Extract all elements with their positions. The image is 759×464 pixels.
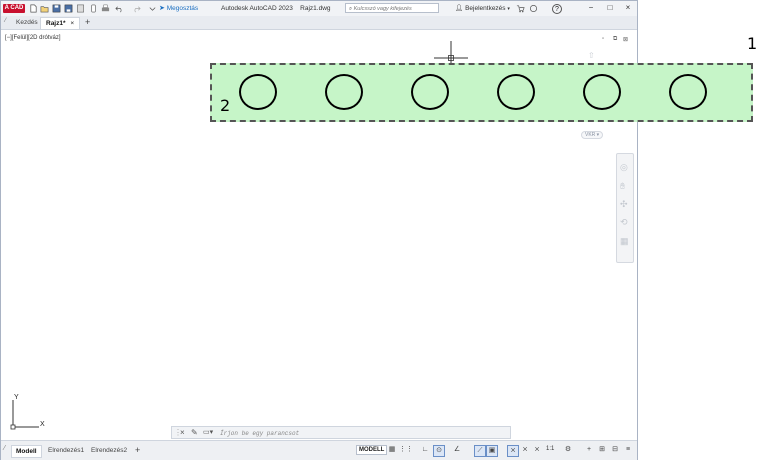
tab-drawing-label: Rajz1*: [46, 20, 66, 27]
undo-icon[interactable]: [115, 4, 124, 13]
annotation-visibility-icon[interactable]: ⨯: [507, 445, 519, 457]
transparency-icon[interactable]: ▣: [486, 445, 498, 457]
annotation-scale-icon[interactable]: ⨯: [532, 445, 542, 455]
file-name: Rajz1.dwg: [300, 5, 331, 12]
viewport-restore-icon[interactable]: ⧉: [613, 36, 617, 43]
infer-constraints-icon[interactable]: ∟: [420, 445, 430, 455]
a360-icon[interactable]: [529, 4, 538, 13]
save-as-icon[interactable]: [64, 4, 73, 13]
search-placeholder: Kulcsszó vagy kifejezés: [353, 6, 412, 12]
osnap-tracking-icon[interactable]: ∠: [452, 445, 462, 455]
user-icon: 👤︎: [455, 5, 464, 12]
customize-icon[interactable]: ✎: [191, 428, 198, 437]
scale-selector[interactable]: 1:1: [546, 446, 554, 452]
app-name: Autodesk AutoCAD 2023: [221, 5, 293, 12]
customize-toolbar-icon[interactable]: [148, 4, 157, 13]
redo-icon[interactable]: [132, 4, 141, 13]
app-title: Autodesk AutoCAD 2023 Rajz1.dwg: [221, 5, 331, 12]
circle-5[interactable]: [583, 74, 621, 110]
plus-icon[interactable]: +: [584, 445, 594, 455]
steering-wheel-icon[interactable]: ◎: [620, 162, 628, 173]
maximize-button[interactable]: □: [604, 3, 616, 13]
share-label: Megosztás: [166, 5, 199, 12]
viewcube-icon[interactable]: ⇧: [588, 51, 595, 60]
circle-2[interactable]: [325, 74, 363, 110]
save-icon[interactable]: [52, 4, 61, 13]
share-button[interactable]: ➤ Megosztás: [159, 4, 198, 12]
grid-icon[interactable]: ▦: [387, 445, 397, 455]
customization-menu-icon[interactable]: ≡: [623, 445, 633, 455]
tab-drawing[interactable]: Rajz1* ×: [40, 17, 81, 29]
callout-label-1: 1: [747, 34, 758, 53]
search-icon: ⌕: [349, 6, 353, 12]
cloud-save-icon[interactable]: [76, 4, 85, 13]
status-bar: ⁄ Modell Elrendezés1 Elrendezés2 + MODEL…: [1, 440, 637, 460]
close-button[interactable]: ×: [622, 3, 634, 13]
polar-tracking-icon[interactable]: ⊙: [433, 445, 445, 457]
tab-scroll-icon[interactable]: ⁄: [4, 445, 5, 452]
login-button[interactable]: 👤︎ Bejelentkezés ▾: [455, 4, 510, 12]
lineweight-icon[interactable]: ⟋: [474, 445, 486, 457]
isolate-objects-icon[interactable]: ⊞: [597, 445, 607, 455]
recent-commands-icon[interactable]: ▭▾: [203, 428, 213, 436]
login-label: Bejelentkezés: [465, 5, 506, 12]
command-input[interactable]: Írjon be egy parancsot: [220, 430, 299, 437]
circle-4[interactable]: [497, 74, 535, 110]
tab-layout1[interactable]: Elrendezés1: [44, 445, 88, 456]
circle-1[interactable]: [239, 74, 277, 110]
viewport-controls[interactable]: [−][Felül][2D drótváz]: [5, 35, 61, 41]
tab-layout2[interactable]: Elrendezés2: [87, 445, 131, 456]
snap-icon[interactable]: ⋮⋮: [399, 445, 413, 455]
document-tab-bar: ⁄ Kezdés Rajz1* × +: [1, 16, 637, 30]
zoom-extents-icon[interactable]: ✣: [620, 199, 628, 210]
cart-icon[interactable]: [516, 4, 525, 13]
new-tab-button[interactable]: +: [80, 17, 95, 28]
minimize-button[interactable]: −: [585, 3, 597, 13]
autoscale-icon[interactable]: ⨯: [520, 445, 530, 455]
tab-close-icon[interactable]: ×: [70, 20, 74, 27]
new-file-icon[interactable]: [29, 4, 38, 13]
app-menu-icon[interactable]: ⁄: [5, 18, 6, 24]
orbit-icon[interactable]: ⟲: [620, 217, 628, 228]
model-space-button[interactable]: MODELL: [356, 445, 388, 455]
gear-icon[interactable]: ⚙: [563, 445, 573, 455]
ucs-x-label: X: [40, 421, 45, 428]
tab-model[interactable]: Modell: [11, 445, 42, 458]
autocad-logo[interactable]: A CAD: [3, 4, 25, 13]
add-layout-button[interactable]: +: [131, 445, 144, 456]
pan-icon[interactable]: ✋︎: [620, 181, 625, 192]
ucs-y-label: Y: [14, 394, 19, 401]
command-line[interactable]: ⋮ × ✎ ▭▾ Írjon be egy parancsot: [171, 426, 511, 439]
tab-home[interactable]: Kezdés: [11, 17, 43, 28]
print-icon[interactable]: [101, 4, 110, 13]
search-input[interactable]: ⌕ Kulcsszó vagy kifejezés: [345, 3, 439, 13]
chevron-down-icon: ▾: [507, 6, 510, 12]
navigation-bar: ◎ ✋︎ ✣ ⟲ ▦: [616, 153, 634, 263]
mobile-icon[interactable]: [89, 4, 98, 13]
viewport-minimize-icon[interactable]: ▫: [602, 36, 604, 42]
hardware-acceleration-icon[interactable]: ⊟: [610, 445, 620, 455]
open-folder-icon[interactable]: [40, 4, 49, 13]
wcs-menu[interactable]: VKR ▾: [581, 131, 604, 139]
title-bar: A CAD ➤ Megosztás Autodesk AutoCAD 2023 …: [1, 1, 637, 17]
circle-3[interactable]: [411, 74, 449, 110]
callout-label-2: 2: [220, 96, 231, 115]
wcs-label: VKR: [585, 132, 596, 138]
viewport-close-icon[interactable]: ⊠: [623, 36, 628, 43]
help-icon[interactable]: ?: [552, 4, 562, 14]
showmotion-icon[interactable]: ▦: [620, 236, 629, 247]
share-icon: ➤: [159, 5, 165, 12]
circle-6[interactable]: [669, 74, 707, 110]
chevron-down-icon: ▾: [596, 132, 600, 138]
close-icon[interactable]: ×: [180, 428, 185, 437]
